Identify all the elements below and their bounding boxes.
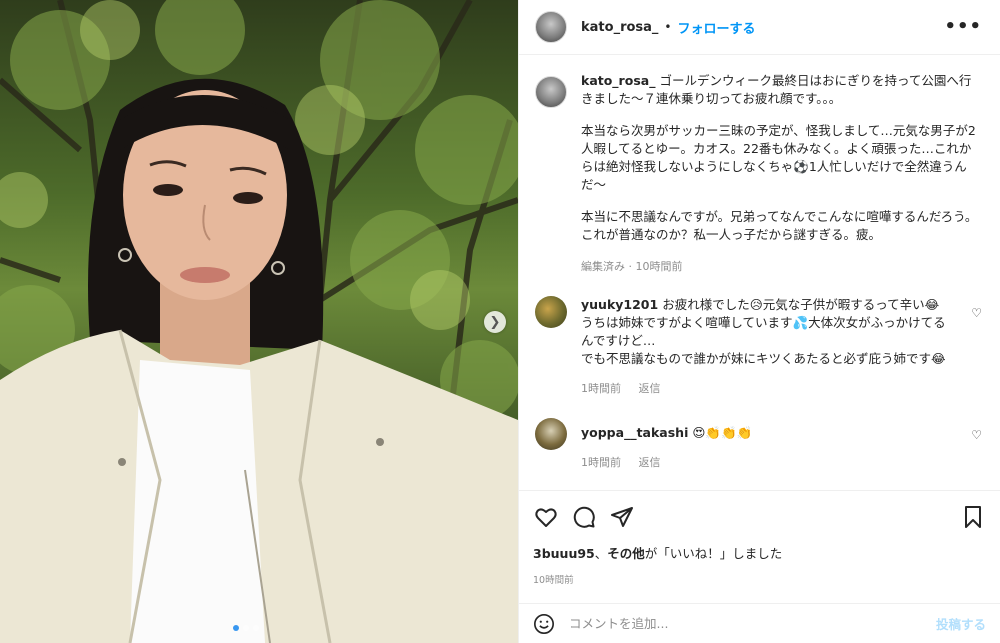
likes-separator: 、 xyxy=(594,546,608,561)
add-comment-bar: 投稿する xyxy=(519,603,1000,643)
post-photo[interactable]: ❯ xyxy=(0,0,518,643)
smile-icon[interactable] xyxy=(533,613,555,635)
caption-paragraph: kato_rosa_ ゴールデンウィーク最終日はおにぎりを持って公園へ行きました… xyxy=(581,72,981,108)
post-timestamp: 10時間前 xyxy=(533,575,574,586)
liker-username[interactable]: 3buuu95 xyxy=(533,546,595,561)
comment-meta: 1時間前 返信 xyxy=(581,454,951,472)
carousel-dot xyxy=(253,625,259,631)
comment-body: yuuky1201 お疲れ様でした😥元気な子供が暇するって辛い😂うちは姉妹ですが… xyxy=(581,296,951,398)
chevron-right-icon: ❯ xyxy=(489,314,501,330)
carousel-indicator xyxy=(233,625,259,631)
caption-author-avatar[interactable] xyxy=(535,76,567,108)
comment-body: yoppa__takashi 😍👏👏👏 1時間前 返信 xyxy=(581,418,951,472)
post-comment-button[interactable]: 投稿する xyxy=(936,614,986,633)
author-avatar[interactable] xyxy=(535,11,567,43)
commenter-username[interactable]: yoppa__takashi xyxy=(581,425,688,440)
commenter-username[interactable]: yuuky1201 xyxy=(581,297,658,312)
caption-body: kato_rosa_ ゴールデンウィーク最終日はおにぎりを持って公園へ行きました… xyxy=(581,72,981,276)
follow-button[interactable]: フォローする xyxy=(678,18,756,37)
comments-scroll-area[interactable]: kato_rosa_ ゴールデンウィーク最終日はおにぎりを持って公園へ行きました… xyxy=(519,56,1000,486)
bookmark-icon[interactable] xyxy=(960,504,986,530)
comment-time: 1時間前 xyxy=(581,456,621,469)
post-actions: 3buuu95、その他が「いいね！」しました 10時間前 xyxy=(519,490,1000,604)
more-options-button[interactable]: ••• xyxy=(944,16,982,37)
post-header: kato_rosa_ • フォローする ••• xyxy=(519,0,1000,55)
instagram-post-view: ❯ kato_rosa_ • フォローする ••• kato_rosa_ ゴール… xyxy=(0,0,1000,643)
selfie-illustration xyxy=(0,0,518,643)
author-username[interactable]: kato_rosa_ xyxy=(581,20,658,35)
commenter-avatar[interactable] xyxy=(535,418,567,450)
comment-time: 1時間前 xyxy=(581,382,621,395)
post-side-panel: kato_rosa_ • フォローする ••• kato_rosa_ ゴールデン… xyxy=(518,0,1000,643)
comment-text-block: yoppa__takashi 😍👏👏👏 xyxy=(581,424,951,442)
caption-line-3: 本当に不思議なんですが。兄弟ってなんでこんなに喧嘩するんだろう。これが普通なのか… xyxy=(581,209,978,242)
heart-icon[interactable] xyxy=(533,504,559,530)
caption: kato_rosa_ ゴールデンウィーク最終日はおにぎりを持って公園へ行きました… xyxy=(535,72,984,276)
caption-meta: 編集済み · 10時間前 xyxy=(581,260,683,273)
reply-button[interactable]: 返信 xyxy=(639,382,661,395)
carousel-dot xyxy=(243,625,249,631)
share-icon[interactable] xyxy=(609,504,635,530)
likes-suffix: が「いいね！」しました xyxy=(644,546,783,561)
like-comment-heart-icon[interactable]: ♡ xyxy=(971,428,982,442)
separator-dot: • xyxy=(664,20,672,34)
comment-text-block: yuuky1201 お疲れ様でした😥元気な子供が暇するって辛い😂うちは姉妹ですが… xyxy=(581,296,951,368)
comment-meta: 1時間前 返信 xyxy=(581,380,951,398)
caption-line-2: 本当なら次男がサッカー三昧の予定が、怪我しまして…元気な男子が2人暇してるとゆー… xyxy=(581,123,976,192)
reply-button[interactable]: 返信 xyxy=(639,456,661,469)
like-comment-heart-icon[interactable]: ♡ xyxy=(971,306,982,320)
comment-text: 😍👏👏👏 xyxy=(692,425,753,440)
likes-others-link[interactable]: その他 xyxy=(607,546,645,561)
caption-username[interactable]: kato_rosa_ xyxy=(581,73,655,88)
comment-item: yuuky1201 お疲れ様でした😥元気な子供が暇するって辛い😂うちは姉妹ですが… xyxy=(535,296,984,398)
next-photo-button[interactable]: ❯ xyxy=(484,311,506,333)
comment-item: yoppa__takashi 😍👏👏👏 1時間前 返信 ♡ xyxy=(535,418,984,472)
action-icons-row xyxy=(533,503,986,531)
carousel-dot-active xyxy=(233,625,239,631)
commenter-avatar[interactable] xyxy=(535,296,567,328)
comment-input[interactable] xyxy=(569,616,936,631)
comment-icon[interactable] xyxy=(571,504,597,530)
likes-summary: 3buuu95、その他が「いいね！」しました xyxy=(533,543,986,562)
